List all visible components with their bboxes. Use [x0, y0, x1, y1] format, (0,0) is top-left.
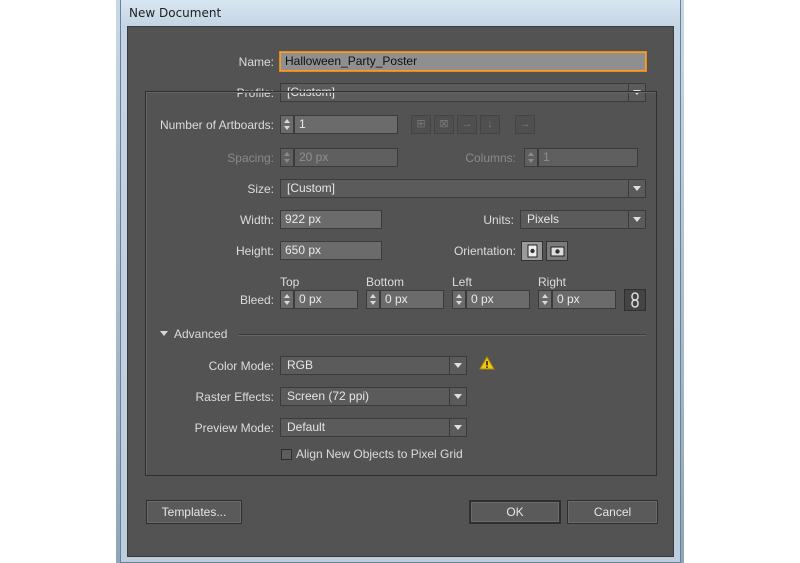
dialog-body: Name: Halloween_Party_Poster Profile: [C…: [127, 26, 674, 557]
arrange-by-row-icon[interactable]: →: [457, 115, 477, 134]
chevron-down-icon: [628, 180, 645, 197]
chevron-down-icon: [628, 211, 645, 228]
orientation-label: Orientation:: [453, 244, 516, 258]
spacing-input[interactable]: 20 px: [294, 148, 398, 167]
name-input[interactable]: Halloween_Party_Poster: [280, 52, 646, 71]
spacing-label: Spacing:: [227, 151, 274, 165]
color-mode-label: Color Mode:: [208, 359, 274, 373]
artboards-label: Number of Artboards:: [159, 118, 274, 132]
portrait-icon: [527, 244, 538, 258]
right-to-left-icon[interactable]: →: [515, 115, 535, 134]
advanced-label[interactable]: Advanced: [174, 327, 227, 341]
bleed-right-label: Right: [538, 275, 567, 289]
bleed-left-input[interactable]: 0 px: [466, 290, 530, 309]
bleed-bottom-label: Bottom: [366, 275, 405, 289]
cancel-button[interactable]: Cancel: [567, 500, 658, 524]
preview-mode-value: Default: [287, 420, 326, 434]
units-value: Pixels: [527, 212, 560, 226]
size-label: Size:: [247, 182, 274, 196]
align-pixel-grid-checkbox[interactable]: [281, 449, 292, 460]
size-select[interactable]: [Custom]: [280, 179, 646, 198]
align-pixel-grid-label[interactable]: Align New Objects to Pixel Grid: [296, 447, 463, 461]
width-input[interactable]: 922 px: [280, 210, 382, 229]
bleed-right-stepper[interactable]: [538, 290, 552, 309]
bleed-right-input[interactable]: 0 px: [552, 290, 616, 309]
bleed-left-stepper[interactable]: [452, 290, 466, 309]
color-mode-select[interactable]: RGB: [280, 356, 467, 375]
chain-link-icon: [631, 292, 639, 308]
chevron-down-icon: [449, 419, 466, 436]
new-document-window: New Document Name: Halloween_Party_Poste…: [120, 0, 681, 563]
advanced-toggle-icon[interactable]: [160, 331, 168, 336]
size-value: [Custom]: [287, 181, 336, 195]
preview-mode-select[interactable]: Default: [280, 418, 467, 437]
raster-effects-value: Screen (72 ppi): [287, 389, 370, 403]
grid-by-column-icon[interactable]: ⊠: [434, 115, 454, 134]
bleed-left-label: Left: [452, 275, 473, 289]
landscape-icon: [550, 246, 565, 257]
title-bar[interactable]: New Document: [121, 0, 680, 26]
height-input[interactable]: 650 px: [280, 241, 382, 260]
arrange-by-column-icon[interactable]: ↓: [480, 115, 500, 134]
artboards-input[interactable]: 1: [294, 115, 398, 134]
ok-button[interactable]: OK: [469, 500, 561, 524]
units-select[interactable]: Pixels: [520, 210, 646, 229]
chevron-down-icon: [449, 357, 466, 374]
landscape-orientation-button[interactable]: [546, 241, 568, 261]
color-mode-value: RGB: [287, 358, 314, 372]
bleed-top-input[interactable]: 0 px: [294, 290, 358, 309]
bleed-top-stepper[interactable]: [280, 290, 294, 309]
artboards-stepper[interactable]: [280, 115, 294, 134]
chevron-down-icon: [449, 388, 466, 405]
window-title: New Document: [129, 6, 222, 20]
preview-mode-label: Preview Mode:: [194, 421, 274, 435]
bleed-bottom-stepper[interactable]: [366, 290, 380, 309]
bleed-bottom-input[interactable]: 0 px: [380, 290, 444, 309]
grid-by-row-icon[interactable]: ⊞: [411, 115, 431, 134]
templates-button[interactable]: Templates...: [146, 500, 242, 524]
units-label: Units:: [483, 213, 514, 227]
raster-effects-select[interactable]: Screen (72 ppi): [280, 387, 467, 406]
width-label: Width:: [239, 213, 274, 227]
name-label: Name:: [238, 55, 274, 69]
raster-effects-label: Raster Effects:: [195, 390, 274, 404]
warning-icon: [479, 356, 495, 370]
spacing-stepper[interactable]: [280, 148, 294, 167]
bleed-top-label: Top: [280, 275, 300, 289]
portrait-orientation-button[interactable]: [521, 241, 543, 261]
columns-label: Columns:: [465, 151, 516, 165]
height-label: Height:: [235, 244, 274, 258]
link-bleed-button[interactable]: [624, 289, 646, 311]
bleed-label: Bleed:: [239, 293, 274, 307]
advanced-divider: [238, 334, 646, 335]
columns-input[interactable]: 1: [538, 148, 638, 167]
columns-stepper[interactable]: [524, 148, 538, 167]
